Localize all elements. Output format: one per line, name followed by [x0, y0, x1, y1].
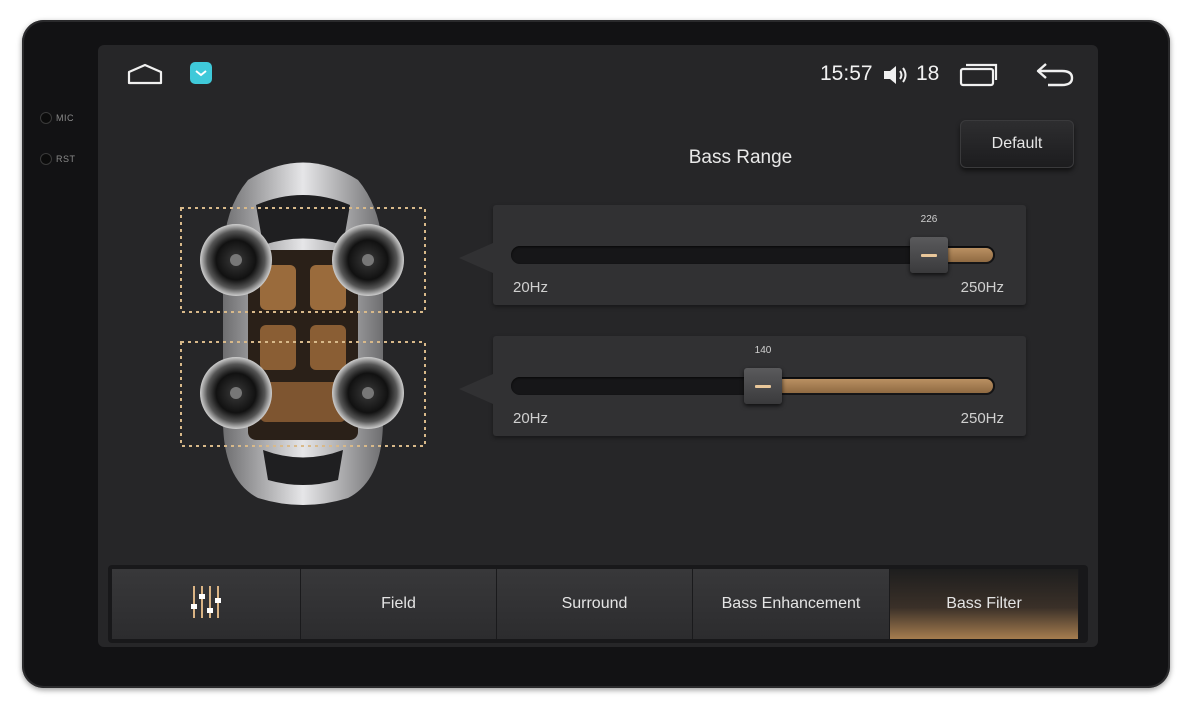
volume-icon[interactable] — [882, 63, 912, 92]
volume-level: 18 — [916, 62, 940, 85]
slider-thumb[interactable] — [744, 368, 782, 404]
audio-tab-bar: Field Surround Bass Enhancement Bass Fil… — [108, 565, 1088, 643]
slider-min-label: 20Hz — [513, 410, 549, 427]
clock: 15:57 — [820, 62, 873, 85]
reset-text: RST — [56, 154, 76, 164]
mic-hole — [40, 112, 52, 124]
tab-bass-filter[interactable]: Bass Filter — [890, 569, 1079, 639]
home-icon[interactable] — [126, 62, 164, 91]
tab-field[interactable]: Field — [301, 569, 497, 639]
back-icon[interactable] — [1034, 60, 1076, 93]
bass-range-slider-rear: 140 20Hz 250Hz — [459, 336, 1026, 436]
slider-thumb[interactable] — [910, 237, 948, 273]
slider-min-label: 20Hz — [513, 279, 549, 296]
screen: 15:57 18 Bass Range Default 226 20Hz 250… — [98, 45, 1098, 647]
slider-track[interactable] — [511, 237, 995, 273]
slider-value: 226 — [920, 214, 938, 225]
tab-bass-enhancement[interactable]: Bass Enhancement — [693, 569, 890, 639]
app-icon[interactable] — [190, 62, 212, 84]
slider-max-label: 250Hz — [960, 279, 1004, 296]
mic-text: MIC — [56, 113, 74, 123]
slider-pointer — [459, 374, 493, 404]
default-button[interactable]: Default — [960, 120, 1074, 168]
recent-apps-icon[interactable] — [958, 62, 1000, 93]
reset-label[interactable]: RST — [40, 153, 76, 165]
tab-surround[interactable]: Surround — [497, 569, 693, 639]
tab-equalizer[interactable] — [112, 569, 301, 639]
slider-track[interactable] — [511, 368, 995, 404]
bass-range-slider-front: 226 20Hz 250Hz — [459, 205, 1026, 305]
equalizer-icon — [186, 582, 226, 627]
status-bar: 15:57 18 — [98, 45, 1098, 100]
car-speaker-diagram — [178, 150, 428, 510]
slider-max-label: 250Hz — [960, 410, 1004, 427]
slider-fill — [763, 379, 993, 393]
page-title: Bass Range — [688, 147, 793, 168]
mic-label: MIC — [40, 112, 74, 124]
slider-pointer — [459, 243, 493, 273]
reset-hole[interactable] — [40, 153, 52, 165]
slider-value: 140 — [754, 345, 772, 356]
